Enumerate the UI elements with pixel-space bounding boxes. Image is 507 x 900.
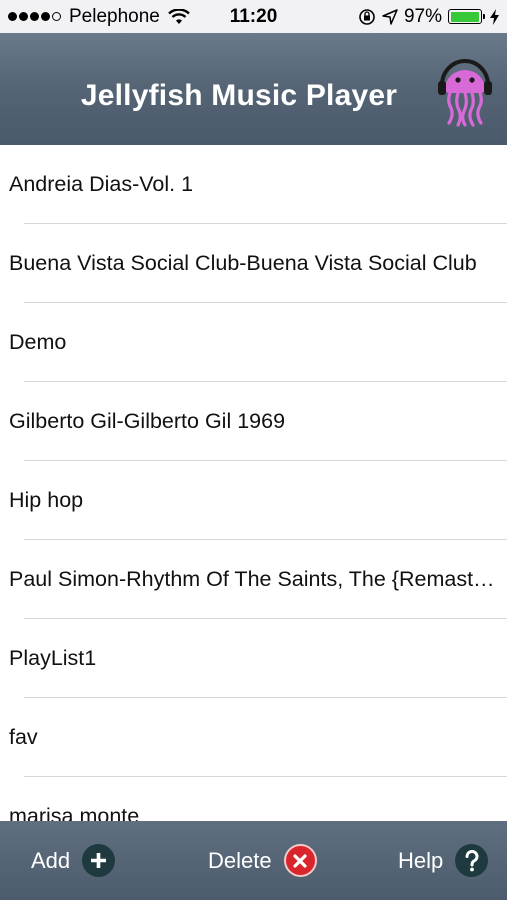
- delete-button[interactable]: Delete: [208, 821, 317, 900]
- jellyfish-headphones-icon[interactable]: [434, 53, 496, 127]
- status-bar: Pelephone 11:20 97%: [0, 0, 507, 33]
- list-item-label: Buena Vista Social Club-Buena Vista Soci…: [9, 251, 477, 275]
- battery-fill: [450, 11, 479, 22]
- list-item-label: Gilberto Gil-Gilberto Gil 1969: [9, 409, 286, 433]
- question-circle-icon: [455, 844, 489, 877]
- list-item[interactable]: marisa monte: [0, 777, 507, 821]
- list-item[interactable]: PlayList1: [0, 619, 507, 698]
- bottom-toolbar: Add Delete Help: [0, 821, 507, 900]
- status-right: 97%: [358, 0, 499, 33]
- list-item-label: marisa monte: [9, 804, 140, 821]
- add-button[interactable]: Add: [31, 821, 116, 900]
- battery-percent: 97%: [403, 5, 442, 27]
- list-item[interactable]: Paul Simon-Rhythm Of The Saints, The {Re…: [0, 540, 507, 619]
- list-item[interactable]: Gilberto Gil-Gilberto Gil 1969: [0, 382, 507, 461]
- close-circle-icon: [283, 844, 317, 877]
- list-item[interactable]: Andreia Dias-Vol. 1: [0, 145, 507, 224]
- list-item-label: Andreia Dias-Vol. 1: [9, 172, 194, 196]
- list-item-label: Paul Simon-Rhythm Of The Saints, The {Re…: [9, 567, 497, 591]
- plus-circle-icon: [82, 844, 116, 877]
- list-item-label: Demo: [9, 330, 67, 354]
- list-item-label: fav: [9, 725, 38, 749]
- battery-icon: [448, 9, 485, 24]
- list-item[interactable]: Hip hop: [0, 461, 507, 540]
- playlist-list[interactable]: Andreia Dias-Vol. 1 Buena Vista Social C…: [0, 145, 507, 821]
- list-item[interactable]: Demo: [0, 303, 507, 382]
- app-title: Jellyfish Music Player: [80, 79, 398, 112]
- list-item[interactable]: fav: [0, 698, 507, 777]
- list-item[interactable]: Buena Vista Social Club-Buena Vista Soci…: [0, 224, 507, 303]
- help-button[interactable]: Help: [398, 821, 489, 900]
- add-label: Add: [31, 847, 71, 873]
- list-item-label: PlayList1: [9, 646, 97, 670]
- location-arrow-icon: [382, 8, 398, 25]
- app-header: Jellyfish Music Player: [0, 33, 507, 145]
- delete-label: Delete: [208, 847, 272, 873]
- rotation-lock-icon: [359, 8, 375, 25]
- list-item-label: Hip hop: [9, 488, 84, 512]
- charging-bolt-icon: [490, 8, 499, 25]
- help-label: Help: [398, 847, 444, 873]
